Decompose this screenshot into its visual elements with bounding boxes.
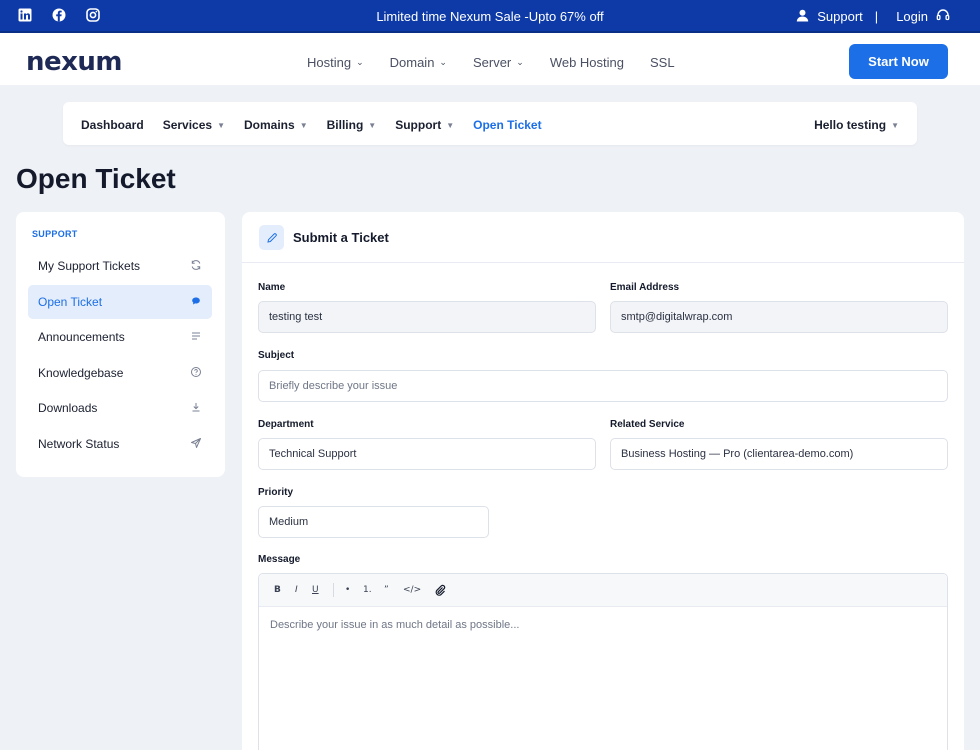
nav-web-hosting-label: Web Hosting (549, 55, 624, 70)
site-header: nexum Hosting ⌄ Domain ⌄ Server ⌄ Web Hosti… (0, 33, 980, 85)
sidebar-section-label: SUPPORT (32, 229, 78, 239)
nav-server-label: Server (472, 55, 512, 70)
subnav-open-ticket[interactable]: Open Ticket (473, 118, 541, 132)
code-button[interactable]: </> (403, 585, 421, 595)
card-title: Submit a Ticket (293, 230, 389, 245)
user-greeting: Hello testing (814, 118, 887, 132)
chevron-down-icon: ⌄ (516, 57, 524, 67)
quote-button[interactable]: ” (384, 585, 389, 595)
sidebar-item-label: Open Ticket (38, 294, 103, 309)
help-circle-icon (190, 366, 202, 378)
subnav-billing-label: Billing (326, 118, 364, 132)
chat-bubble-icon (190, 295, 202, 307)
nav-domain[interactable]: Domain ⌄ (390, 55, 447, 70)
related-service-select[interactable] (610, 438, 948, 470)
related-service-label: Related Service (610, 419, 685, 430)
sidebar-item-knowledgebase[interactable]: Knowledgebase (28, 356, 212, 390)
nav-hosting[interactable]: Hosting ⌄ (307, 55, 364, 70)
sidebar-item-open-ticket[interactable]: Open Ticket (28, 284, 212, 319)
sidebar-item-label: Announcements (38, 330, 125, 344)
chevron-down-icon: ⌄ (356, 57, 364, 67)
topbar-account: Support | Login (796, 8, 950, 25)
sidebar-item-downloads[interactable]: Downloads (28, 391, 212, 425)
editor-toolbar: B I U • 1. ” </> (259, 574, 947, 607)
subnav-billing[interactable]: Billing ▼ (327, 118, 377, 132)
message-textarea[interactable] (259, 608, 947, 750)
chevron-down-icon: ⌄ (439, 57, 447, 67)
subnav-dashboard-label: Dashboard (81, 118, 144, 132)
italic-button[interactable]: I (295, 585, 298, 595)
email-label: Email Address (610, 282, 680, 293)
department-label: Department (258, 419, 314, 430)
bullet-list-button[interactable]: • (345, 585, 350, 595)
nav-hosting-label: Hosting (307, 55, 352, 70)
priority-select[interactable] (258, 506, 489, 538)
sidebar-item-label: My Support Tickets (38, 259, 141, 273)
bold-button[interactable]: B (274, 585, 281, 595)
start-now-button[interactable]: Start Now (849, 44, 948, 79)
subnav-services-label: Services (162, 118, 213, 132)
email-field[interactable] (610, 301, 948, 333)
caret-down-icon: ▼ (891, 120, 899, 130)
support-link[interactable]: Support (817, 9, 863, 24)
subject-label: Subject (258, 350, 295, 361)
nav-server[interactable]: Server ⌄ (473, 55, 524, 70)
attachment-icon[interactable] (434, 584, 446, 599)
name-field[interactable] (258, 301, 596, 333)
headset-icon[interactable] (936, 8, 950, 25)
separator: | (874, 9, 879, 24)
sidebar-item-network-status[interactable]: Network Status (28, 427, 212, 461)
subnav-support[interactable]: Support ▼ (395, 118, 454, 132)
sidebar-item-announcements[interactable]: Announcements (28, 320, 212, 354)
submit-ticket-card: Submit a Ticket Name Email Address Subje… (242, 212, 964, 750)
caret-down-icon: ▼ (299, 120, 308, 130)
list-icon (190, 330, 202, 342)
nav-ssl[interactable]: SSL (650, 55, 675, 70)
download-icon (190, 401, 202, 413)
nexum-logo[interactable]: nexum (26, 47, 123, 77)
user-menu[interactable]: Hello testing ▼ (814, 118, 899, 132)
subnav-dashboard[interactable]: Dashboard (81, 118, 144, 132)
subnav-support-label: Support (395, 118, 442, 132)
name-label: Name (258, 282, 286, 293)
nav-web-hosting[interactable]: Web Hosting (550, 55, 624, 70)
subnav-domains[interactable]: Domains ▼ (244, 118, 308, 132)
sidebar-item-label: Downloads (38, 401, 98, 415)
underline-button[interactable]: U (312, 585, 319, 595)
main-nav: Hosting ⌄ Domain ⌄ Server ⌄ Web Hosting SSL (307, 55, 701, 70)
refresh-icon (190, 259, 202, 271)
caret-down-icon: ▼ (368, 120, 377, 130)
promo-topbar: Limited time Nexum Sale -Upto 67% off Su… (0, 0, 980, 33)
support-sidebar: SUPPORT My Support Tickets Open Ticket A… (16, 212, 225, 477)
nav-ssl-label: SSL (650, 55, 675, 70)
priority-label: Priority (258, 487, 294, 498)
message-editor: B I U • 1. ” </> (258, 573, 948, 750)
message-label: Message (258, 554, 301, 565)
user-icon (796, 9, 809, 25)
subnav-open-ticket-label: Open Ticket (473, 118, 542, 132)
card-header: Submit a Ticket (242, 212, 964, 263)
pencil-icon (259, 225, 284, 250)
send-icon (190, 437, 202, 449)
nav-domain-label: Domain (389, 55, 435, 70)
login-link[interactable]: Login (896, 9, 928, 24)
sidebar-item-label: Knowledgebase (38, 365, 124, 380)
sidebar-item-my-support-tickets[interactable]: My Support Tickets (28, 249, 212, 283)
department-select[interactable] (258, 438, 596, 470)
sidebar-item-label: Network Status (38, 436, 120, 451)
subject-input[interactable] (258, 370, 948, 402)
caret-down-icon: ▼ (217, 120, 225, 130)
subnav-services[interactable]: Services ▼ (163, 118, 225, 132)
numbered-list-button[interactable]: 1. (363, 585, 372, 595)
toolbar-divider (333, 583, 334, 597)
client-area-nav: Dashboard Services ▼ Domains ▼ Billing ▼ Su… (63, 102, 917, 145)
subnav-domains-label: Domains (244, 118, 295, 132)
caret-down-icon: ▼ (446, 120, 455, 130)
page-title: Open Ticket (16, 163, 176, 194)
